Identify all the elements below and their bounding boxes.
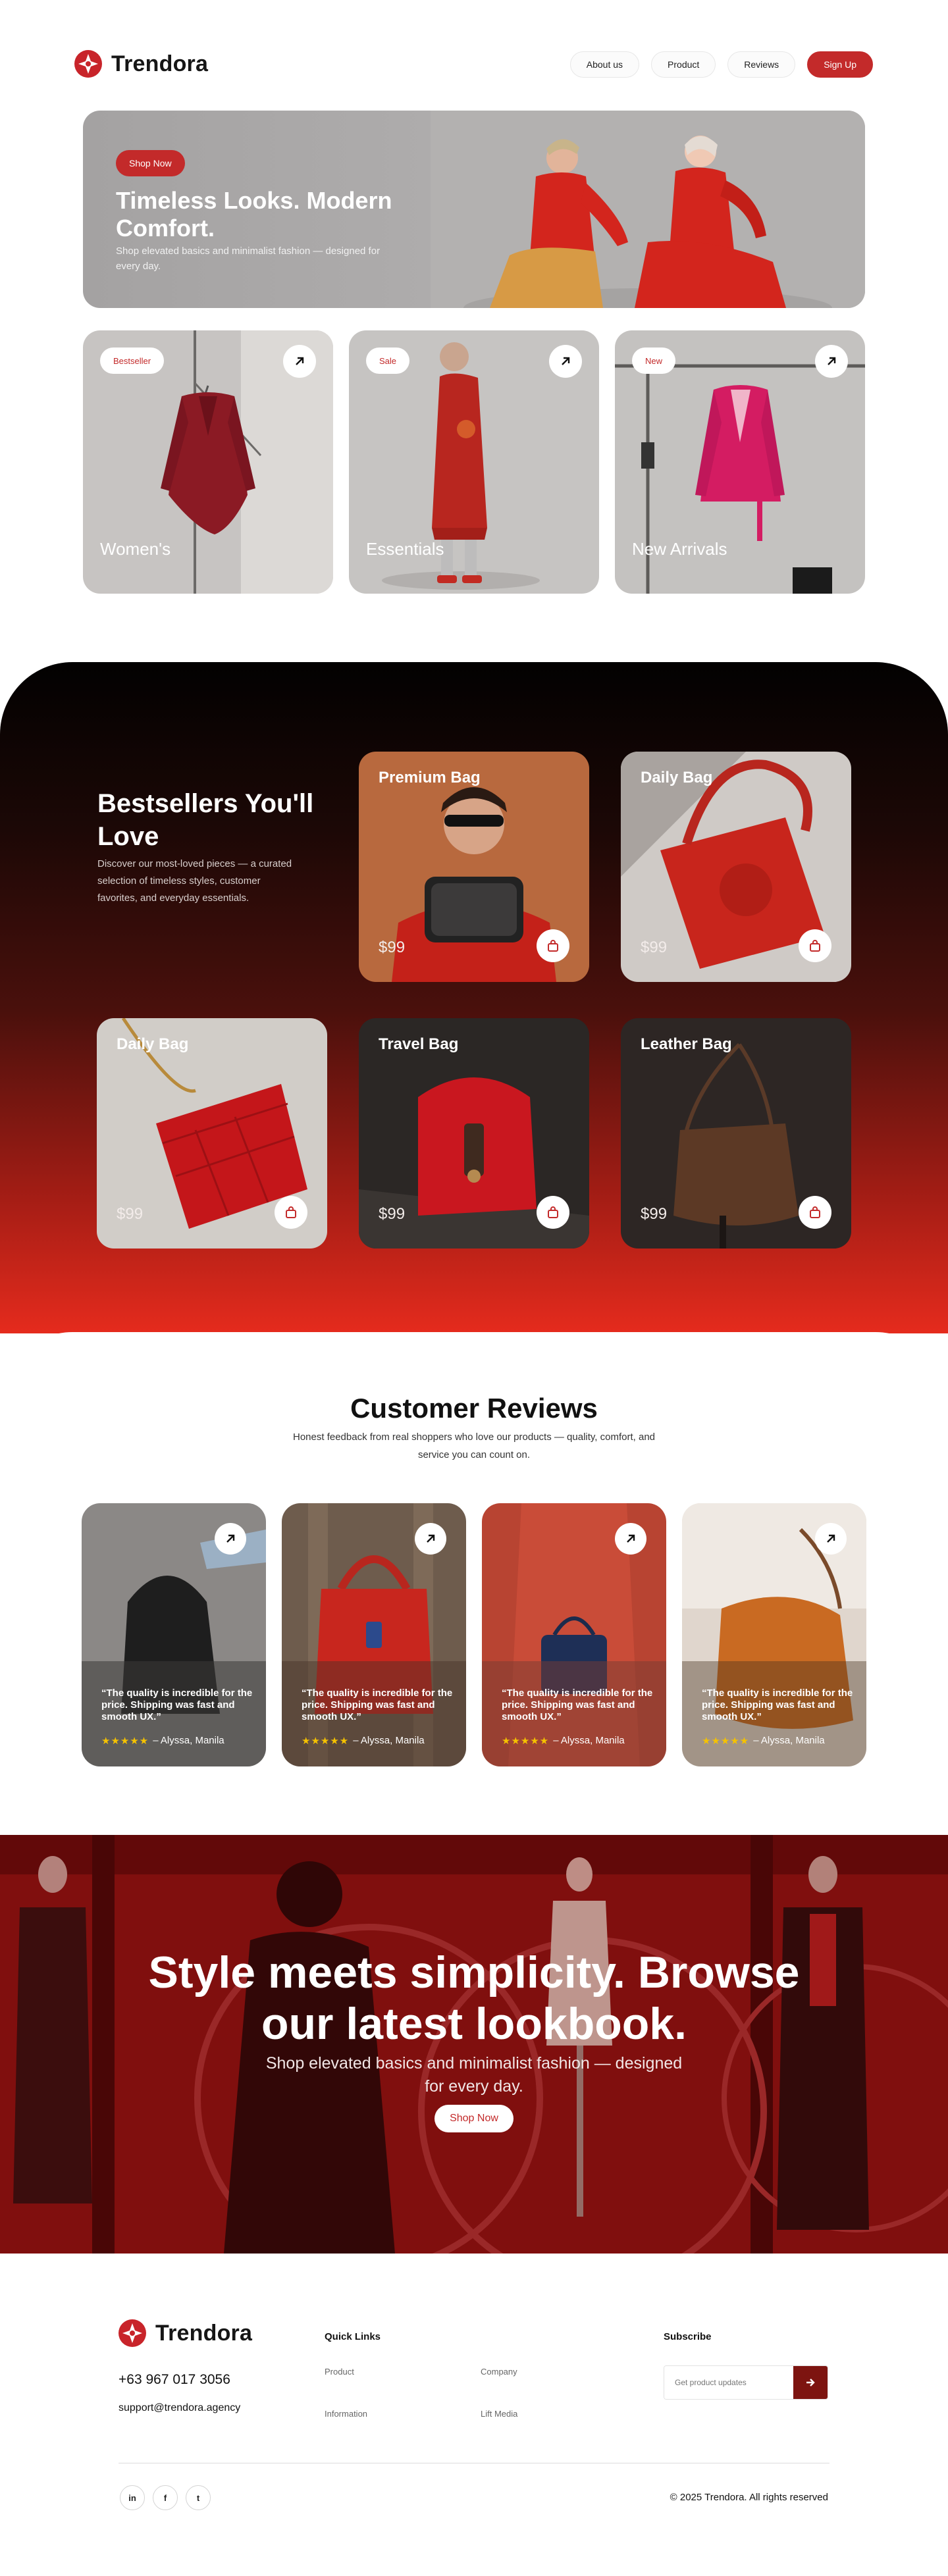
arrow-up-right-icon[interactable] xyxy=(615,1523,646,1555)
footer-brand-logo[interactable]: Trendora xyxy=(118,2319,252,2347)
footer-phone[interactable]: +63 967 017 3056 xyxy=(118,2372,230,2388)
arrow-up-right-icon[interactable] xyxy=(283,345,316,378)
product-price: $99 xyxy=(117,1205,144,1223)
bestsellers-title: Bestsellers You'll Love xyxy=(97,789,314,851)
site-footer: Trendora +63 967 017 3056 support@trendo… xyxy=(0,2254,948,2576)
main-nav: About us Product Reviews Sign Up xyxy=(569,51,873,78)
reviews-subtitle: Honest feedback from real shoppers who l… xyxy=(293,1431,655,1460)
arrow-up-right-icon[interactable] xyxy=(549,345,582,378)
star-rating-icon: ★★★★★ xyxy=(702,1736,750,1747)
hero-shop-now-button[interactable]: Shop Now xyxy=(116,150,185,176)
shopping-bag-icon[interactable] xyxy=(537,929,569,962)
category-card-womens[interactable]: Bestseller Women's xyxy=(83,330,333,594)
product-price: $99 xyxy=(641,1205,668,1223)
hero-subtitle: Shop elevated basics and minimalist fash… xyxy=(116,245,381,272)
product-card-travel-bag[interactable]: Travel Bag $99 xyxy=(359,1018,589,1249)
product-card-daily-bag[interactable]: Daily Bag $99 xyxy=(621,752,851,982)
review-author: – Alyssa, Manila xyxy=(753,1735,825,1746)
bestsellers-section: Bestsellers You'll Love Discover our mos… xyxy=(0,662,948,1333)
product-card-daily-bag-2[interactable]: Daily Bag $99 xyxy=(97,1018,327,1249)
shopping-bag-icon[interactable] xyxy=(537,1196,569,1229)
review-quote: “The quality is incredible for the price… xyxy=(702,1687,853,1722)
arrow-right-icon[interactable] xyxy=(793,2366,828,2399)
shopping-bag-icon[interactable] xyxy=(275,1196,307,1229)
brand-logo[interactable]: Trendora xyxy=(74,50,208,78)
shopping-bag-icon[interactable] xyxy=(799,1196,831,1229)
review-quote: “The quality is incredible for the price… xyxy=(101,1687,253,1722)
star-rating-icon: ★★★★★ xyxy=(101,1736,149,1747)
brand-name: Trendora xyxy=(111,51,209,76)
review-card[interactable]: “The quality is incredible for the price… xyxy=(282,1503,466,1766)
product-name: Daily Bag xyxy=(641,769,713,786)
review-author: – Alyssa, Manila xyxy=(153,1735,224,1746)
hero-models-image xyxy=(431,111,865,308)
review-quote: “The quality is incredible for the price… xyxy=(302,1687,453,1722)
logo-star-icon xyxy=(74,50,102,78)
review-card[interactable]: “The quality is incredible for the price… xyxy=(682,1503,866,1766)
category-title: New Arrivals xyxy=(632,539,727,559)
category-card-new-arrivals[interactable]: New New Arrivals xyxy=(615,330,865,594)
hero-title: Timeless Looks. Modern Comfort. xyxy=(116,187,392,242)
footer-link-product[interactable]: Product xyxy=(325,2367,354,2377)
review-meta: ★★★★★ – Alyssa, Manila xyxy=(502,1735,625,1747)
product-price: $99 xyxy=(379,1205,406,1223)
copyright: © 2025 Trendora. All rights reserved xyxy=(670,2492,828,2503)
product-card-premium-bag[interactable]: Premium Bag $99 xyxy=(359,752,589,982)
subscribe-title: Subscribe xyxy=(664,2331,712,2342)
star-rating-icon: ★★★★★ xyxy=(302,1736,350,1747)
reviews-section: Customer Reviews Honest feedback from re… xyxy=(0,1332,948,1832)
nav-reviews-button[interactable]: Reviews xyxy=(727,51,796,78)
lookbook-banner: Style meets simplicity. Browse our lates… xyxy=(0,1835,948,2254)
review-meta: ★★★★★ – Alyssa, Manila xyxy=(302,1735,425,1747)
lookbook-shop-now-button[interactable]: Shop Now xyxy=(434,2105,514,2132)
category-title: Women's xyxy=(100,539,171,559)
twitter-icon[interactable]: t xyxy=(186,2485,211,2510)
product-price: $99 xyxy=(641,939,668,956)
review-card[interactable]: “The quality is incredible for the price… xyxy=(482,1503,666,1766)
signup-button[interactable]: Sign Up xyxy=(807,51,873,78)
product-price: $99 xyxy=(379,939,406,956)
review-meta: ★★★★★ – Alyssa, Manila xyxy=(702,1735,825,1747)
nav-about-button[interactable]: About us xyxy=(569,51,640,78)
footer-email[interactable]: support@trendora.agency xyxy=(118,2402,240,2414)
subscribe-form xyxy=(664,2365,828,2400)
review-meta: ★★★★★ – Alyssa, Manila xyxy=(101,1735,224,1747)
bestsellers-description: Discover our most-loved pieces — a curat… xyxy=(97,858,292,904)
hero-banner: Shop Now Timeless Looks. Modern Comfort.… xyxy=(83,111,865,308)
category-badge: Sale xyxy=(366,348,410,374)
arrow-up-right-icon[interactable] xyxy=(815,1523,847,1555)
nav-product-button[interactable]: Product xyxy=(651,51,716,78)
product-card-leather-bag[interactable]: Leather Bag $99 xyxy=(621,1018,851,1249)
category-card-essentials[interactable]: Sale Essentials xyxy=(349,330,599,594)
product-name: Daily Bag xyxy=(117,1035,189,1053)
logo-star-icon xyxy=(118,2319,146,2347)
linkedin-icon[interactable]: in xyxy=(120,2485,145,2510)
arrow-up-right-icon[interactable] xyxy=(415,1523,446,1555)
category-badge: New xyxy=(632,348,676,374)
product-name: Travel Bag xyxy=(379,1035,459,1053)
review-quote: “The quality is incredible for the price… xyxy=(502,1687,653,1722)
review-author: – Alyssa, Manila xyxy=(353,1735,425,1746)
reviews-title: Customer Reviews xyxy=(350,1393,598,1424)
arrow-up-right-icon[interactable] xyxy=(815,345,848,378)
review-author: – Alyssa, Manila xyxy=(553,1735,625,1746)
product-name: Premium Bag xyxy=(379,769,481,786)
arrow-up-right-icon[interactable] xyxy=(215,1523,246,1555)
category-badge: Bestseller xyxy=(100,348,165,374)
star-rating-icon: ★★★★★ xyxy=(502,1736,550,1747)
review-card[interactable]: “The quality is incredible for the price… xyxy=(82,1503,266,1766)
quick-links-title: Quick Links xyxy=(325,2331,381,2342)
shopping-bag-icon[interactable] xyxy=(799,929,831,962)
product-name: Leather Bag xyxy=(641,1035,732,1053)
facebook-icon[interactable]: f xyxy=(153,2485,178,2510)
lookbook-subtitle: Shop elevated basics and minimalist fash… xyxy=(265,2054,683,2096)
category-title: Essentials xyxy=(366,539,444,559)
lookbook-title: Style meets simplicity. Browse our lates… xyxy=(148,1947,800,2049)
footer-link-company[interactable]: Company xyxy=(481,2367,517,2377)
footer-brand-name: Trendora xyxy=(155,2320,253,2346)
subscribe-email-input[interactable] xyxy=(664,2366,795,2399)
footer-link-information[interactable]: Information xyxy=(325,2409,367,2419)
footer-link-lift-media[interactable]: Lift Media xyxy=(481,2409,517,2419)
